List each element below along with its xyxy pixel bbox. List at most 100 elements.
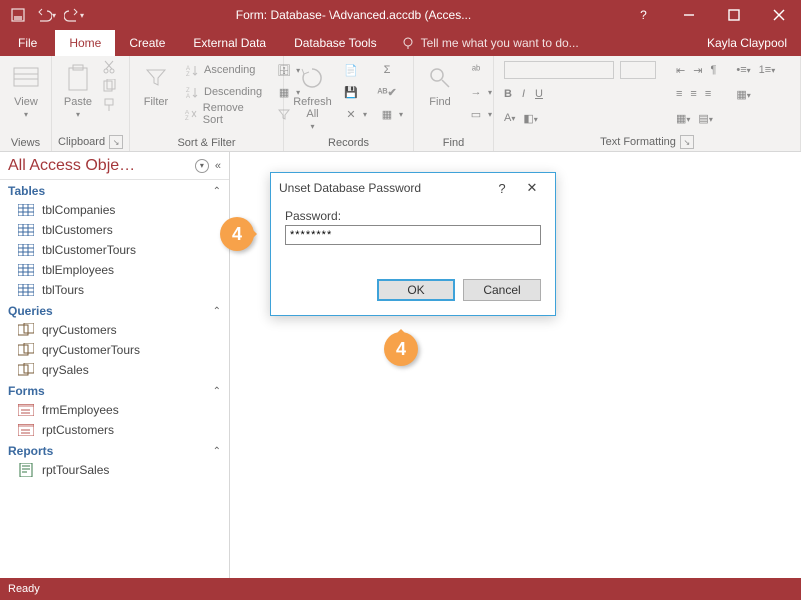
nav-object-label: tblEmployees [42, 263, 114, 277]
qat-redo-icon[interactable]: ▾ [62, 3, 86, 27]
select[interactable]: ▭▾ [464, 104, 496, 124]
copy-icon[interactable] [102, 79, 116, 96]
nav-group-queries[interactable]: Queries⌃ [0, 300, 229, 320]
nav-group-reports[interactable]: Reports⌃ [0, 440, 229, 460]
tab-external-data[interactable]: External Data [179, 30, 280, 56]
nav-object-label: rptCustomers [42, 423, 114, 437]
qat-undo-icon[interactable]: ▾ [34, 3, 58, 27]
svg-text:A: A [186, 94, 190, 98]
totals[interactable]: Σ [375, 60, 407, 80]
nav-object[interactable]: tblCustomerTours [0, 240, 229, 260]
tab-create[interactable]: Create [115, 30, 179, 56]
table-icon [18, 283, 34, 297]
more-records[interactable]: ▦▾ [375, 104, 407, 124]
ribbon: View▾ Views Paste▾ Clipboard↘ Filter AZA… [0, 56, 801, 152]
close-button[interactable] [756, 0, 801, 30]
help-button[interactable]: ? [621, 0, 666, 30]
sort-ascending[interactable]: AZAscending [180, 60, 266, 80]
nav-object-label: tblCustomerTours [42, 243, 136, 257]
textfmt-launcher-icon[interactable]: ↘ [680, 135, 694, 149]
nav-object[interactable]: tblTours [0, 280, 229, 300]
nav-object[interactable]: frmEmployees [0, 400, 229, 420]
unset-password-dialog: Unset Database Password ? ✕ Password: OK… [270, 172, 556, 316]
nav-object[interactable]: qryCustomers [0, 320, 229, 340]
font-color-button[interactable]: A▾ [504, 112, 515, 124]
tell-me-search[interactable]: Tell me what you want to do... [391, 30, 579, 56]
dialog-close-button[interactable]: ✕ [517, 180, 547, 196]
tab-home[interactable]: Home [55, 30, 115, 56]
nav-object[interactable]: qrySales [0, 360, 229, 380]
remove-sort[interactable]: AZRemove Sort [180, 104, 266, 124]
nav-object-label: tblCompanies [42, 203, 115, 217]
cut-icon[interactable] [102, 60, 116, 77]
nav-pane-title[interactable]: All Access Obje… [8, 157, 191, 175]
svg-text:Z: Z [186, 72, 190, 76]
navigation-pane: All Access Obje… ▾ « Tables⌃ tblCompanies… [0, 152, 230, 578]
nav-object-label: tblTours [42, 283, 84, 297]
delete-record[interactable]: ✕▾ [339, 104, 371, 124]
minimize-button[interactable] [666, 0, 711, 30]
filter-button[interactable]: Filter [136, 60, 176, 110]
sort-descending[interactable]: ZADescending [180, 82, 266, 102]
user-name[interactable]: Kayla Claypool [693, 30, 801, 56]
goto[interactable]: →▾ [464, 82, 496, 102]
nav-object[interactable]: qryCustomerTours [0, 340, 229, 360]
callout-4b: 4 [384, 332, 418, 366]
datasheet-format-icon[interactable]: ▦▾ [736, 88, 750, 101]
italic-button[interactable]: I [522, 88, 525, 100]
callout-4a: 4 [220, 217, 254, 251]
lightbulb-icon [401, 36, 415, 50]
save-record[interactable]: 💾 [339, 82, 371, 102]
gridlines-icon[interactable]: ▦▾ [676, 112, 690, 125]
group-clipboard: Clipboard↘ [58, 133, 123, 151]
numbering-icon[interactable]: 1≡▾ [759, 64, 776, 76]
group-sort-filter: Sort & Filter [136, 135, 277, 151]
paste-button[interactable]: Paste▾ [58, 60, 98, 121]
nav-object[interactable]: rptCustomers [0, 420, 229, 440]
cancel-button[interactable]: Cancel [463, 279, 541, 301]
qat-save-icon[interactable] [6, 3, 30, 27]
maximize-button[interactable] [711, 0, 756, 30]
underline-button[interactable]: U [535, 88, 543, 100]
nav-object[interactable]: rptTourSales [0, 460, 229, 480]
view-button[interactable]: View▾ [6, 60, 46, 121]
align-right-icon[interactable]: ≡ [705, 88, 711, 100]
tab-database-tools[interactable]: Database Tools [280, 30, 391, 56]
refresh-all-button[interactable]: Refresh All▾ [290, 60, 335, 133]
tab-file[interactable]: File [0, 30, 55, 56]
format-painter-icon[interactable] [102, 98, 116, 115]
ok-button[interactable]: OK [377, 279, 455, 301]
form-icon [18, 423, 34, 437]
spelling[interactable]: ᴬᴮ✔ [375, 82, 407, 102]
decrease-indent-icon[interactable]: ⇤ [676, 64, 685, 77]
bold-button[interactable]: B [504, 88, 512, 100]
table-icon [18, 223, 34, 237]
align-left-icon[interactable]: ≡ [676, 88, 682, 100]
nav-pane-menu-icon[interactable]: ▾ [195, 159, 209, 173]
replace[interactable]: ᵃᵇ [464, 60, 496, 80]
password-input[interactable] [285, 225, 541, 245]
increase-indent-icon[interactable]: ⇥ [693, 64, 702, 77]
font-name-combo[interactable] [504, 61, 614, 79]
dialog-help-button[interactable]: ? [487, 181, 517, 196]
find-button[interactable]: Find [420, 60, 460, 110]
group-records: Records [290, 135, 407, 151]
new-record[interactable]: 📄 [339, 60, 371, 80]
bullets-icon[interactable]: •≡▾ [736, 64, 750, 76]
table-icon [18, 263, 34, 277]
nav-pane-collapse-icon[interactable]: « [215, 160, 221, 172]
font-size-combo[interactable] [620, 61, 656, 79]
svg-text:Z: Z [185, 116, 189, 120]
fill-color-button[interactable]: ◧▾ [523, 112, 537, 125]
nav-object-label: tblCustomers [42, 223, 113, 237]
table-icon [18, 243, 34, 257]
nav-object[interactable]: tblCompanies [0, 200, 229, 220]
nav-group-tables[interactable]: Tables⌃ [0, 180, 229, 200]
alt-row-color-icon[interactable]: ▤▾ [698, 112, 712, 125]
align-center-icon[interactable]: ≡ [690, 88, 696, 100]
nav-object[interactable]: tblCustomers [0, 220, 229, 240]
clipboard-launcher-icon[interactable]: ↘ [109, 135, 123, 149]
nav-group-forms[interactable]: Forms⌃ [0, 380, 229, 400]
text-direction-icon[interactable]: ¶ [710, 64, 716, 76]
nav-object[interactable]: tblEmployees [0, 260, 229, 280]
